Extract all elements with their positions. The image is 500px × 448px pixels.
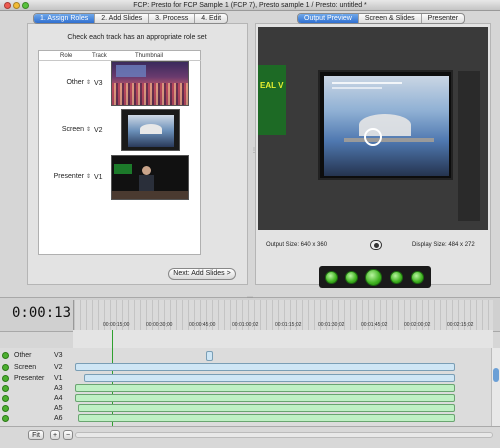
next-add-slides-button[interactable]: Next: Add Slides > <box>168 268 236 280</box>
instruction-text: Check each track has an appropriate role… <box>67 34 207 41</box>
track-label: V1 <box>94 174 103 181</box>
track-visibility-icon[interactable] <box>2 375 9 382</box>
audio-clip[interactable] <box>78 414 455 422</box>
ruler-label: 00:02:15;02 <box>447 322 474 328</box>
stepper-icon: ⇕ <box>86 127 92 133</box>
play-icon[interactable] <box>365 269 382 286</box>
ruler-label: 00:01:45;02 <box>361 322 388 328</box>
role-label: Presenter <box>53 173 84 180</box>
audio-track-icon[interactable] <box>2 395 9 402</box>
zoom-out-button[interactable]: − <box>63 430 73 440</box>
track-id: V3 <box>54 352 63 359</box>
ruler-label: 00:01:00;02 <box>232 322 259 328</box>
audio-clip[interactable] <box>75 384 455 392</box>
role-select-other[interactable]: Other ⇕ <box>44 79 91 86</box>
stepper-icon: ⇕ <box>86 174 92 180</box>
workflow-tabs: 1. Assign Roles 2. Add Slides 3. Process… <box>33 13 229 24</box>
track-visibility-icon[interactable] <box>2 364 9 371</box>
minimize-window-button[interactable] <box>13 2 20 9</box>
role-label: Screen <box>61 126 84 133</box>
ruler-label: 00:01:15;02 <box>275 322 302 328</box>
audio-track-icon[interactable] <box>2 385 9 392</box>
tab-presenter[interactable]: Presenter <box>422 14 464 23</box>
column-header-track: Track <box>92 53 107 59</box>
track-id: V1 <box>54 375 63 382</box>
ruler-label: 00:00:45;00 <box>189 322 216 328</box>
zoom-window-button[interactable] <box>22 2 29 9</box>
audience-thumbnail <box>111 61 189 106</box>
role-select-presenter[interactable]: Presenter ⇕ <box>44 173 91 180</box>
tab-add-slides[interactable]: 2. Add Slides <box>95 14 150 23</box>
audio-clip[interactable] <box>75 394 455 402</box>
tab-edit[interactable]: 4. Edit <box>195 14 227 23</box>
track-name: Presenter <box>14 375 45 382</box>
slide-thumbnail <box>121 109 180 151</box>
track-id: A3 <box>54 385 63 392</box>
output-preview-video: EAL V <box>258 27 488 230</box>
timeline-clip[interactable] <box>206 351 213 361</box>
track-name: Screen <box>14 364 37 371</box>
track-id: V2 <box>54 364 63 371</box>
display-size-label: Display Size: 484 x 272 <box>412 242 475 248</box>
ruler-label: 00:01:30;02 <box>318 322 345 328</box>
timeline-vertical-scrollbar[interactable] <box>491 348 500 426</box>
audio-track-icon[interactable] <box>2 415 9 422</box>
ruler-label: 00:02:00;02 <box>404 322 431 328</box>
camera-icon[interactable] <box>370 240 382 250</box>
track-label: V3 <box>94 80 103 87</box>
timeline-horizontal-scrollbar[interactable] <box>75 432 493 438</box>
rewind-icon[interactable] <box>345 271 358 284</box>
tab-screen-slides[interactable]: Screen & Slides <box>359 14 422 23</box>
ruler-label: 00:00:30;00 <box>146 322 173 328</box>
skip-forward-icon[interactable] <box>411 271 424 284</box>
timeline-clip[interactable] <box>75 363 455 371</box>
column-header-role: Role <box>60 53 73 59</box>
preview-tabs: Output Preview Screen & Slides Presenter <box>297 13 466 24</box>
output-size-label: Output Size: 640 x 360 <box>266 242 328 248</box>
track-id: A5 <box>54 405 63 412</box>
stepper-icon: ⇕ <box>86 80 92 86</box>
presenter-thumbnail <box>111 155 189 200</box>
window-title: FCP: Presto for FCP Sample 1 (FCP 7), Pr… <box>133 2 367 9</box>
track-label: V2 <box>94 127 103 134</box>
close-window-button[interactable] <box>4 2 11 9</box>
track-visibility-icon[interactable] <box>2 352 9 359</box>
projected-slide <box>318 70 453 180</box>
column-header-thumbnail: Thumbnail <box>135 53 164 59</box>
presenter-overlay: EAL V <box>258 65 286 135</box>
timeline-empty-area <box>73 330 493 348</box>
zoom-in-button[interactable]: + <box>50 430 60 440</box>
audio-clip[interactable] <box>78 404 455 412</box>
tab-process[interactable]: 3. Process <box>149 14 196 23</box>
ruler-label: 00:00:15;00 <box>103 322 130 328</box>
role-select-screen[interactable]: Screen ⇕ <box>44 126 91 133</box>
timeline-clip[interactable] <box>84 374 455 382</box>
track-id: A4 <box>54 395 63 402</box>
skip-back-icon[interactable] <box>325 271 338 284</box>
track-id: A6 <box>54 415 63 422</box>
tab-output-preview[interactable]: Output Preview <box>298 14 359 23</box>
role-label: Other <box>66 79 84 86</box>
tab-assign-roles[interactable]: 1. Assign Roles <box>34 14 96 23</box>
scrollbar-thumb[interactable] <box>493 368 499 382</box>
fit-button[interactable]: Fit <box>28 430 44 440</box>
track-name: Other <box>14 352 32 359</box>
fast-forward-icon[interactable] <box>390 271 403 284</box>
audio-track-icon[interactable] <box>2 405 9 412</box>
window-title-bar: FCP: Presto for FCP Sample 1 (FCP 7), Pr… <box>0 0 500 11</box>
